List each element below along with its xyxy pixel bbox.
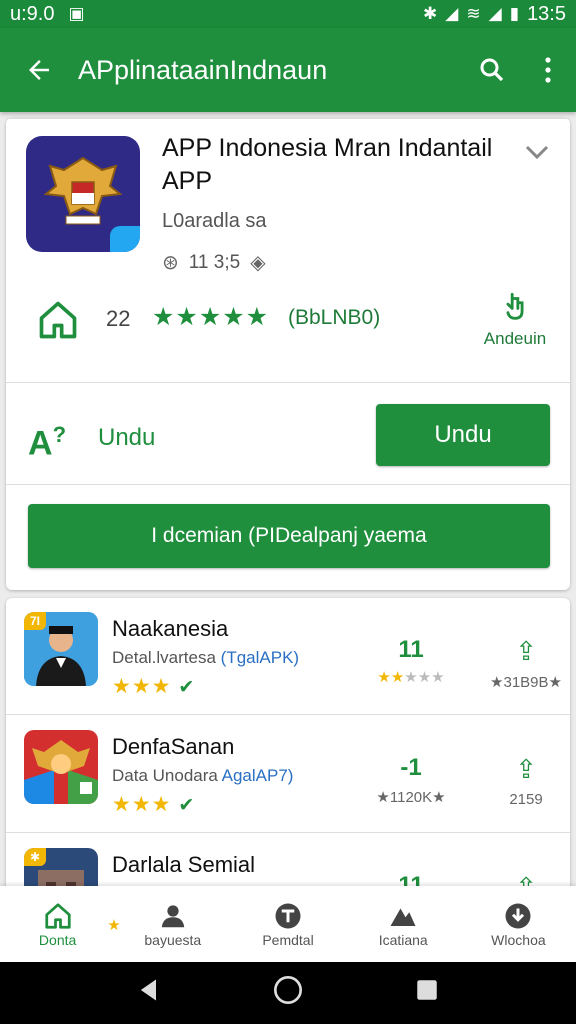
triangle-back-icon xyxy=(141,979,157,1000)
small-stars: ★★★★★ xyxy=(377,669,445,686)
app-name: APP Indonesia Mran Indantail APP xyxy=(162,134,493,195)
status-time-right: 13:5 xyxy=(527,2,566,25)
search-button[interactable] xyxy=(464,28,520,112)
system-recents-button[interactable] xyxy=(397,977,457,1010)
system-home-button[interactable] xyxy=(258,974,318,1013)
app-icon[interactable] xyxy=(26,136,140,252)
android-label: Andeuin xyxy=(483,329,547,348)
more-vert-icon xyxy=(545,57,551,83)
category-icon xyxy=(273,900,303,932)
divider xyxy=(6,714,570,715)
list-item-share[interactable]: ⇪ 2159 xyxy=(486,754,566,808)
expand-button[interactable] xyxy=(524,140,550,168)
rating-count: (BbLNB0) xyxy=(288,306,381,329)
square-recents-icon xyxy=(416,979,437,1000)
download-count: -1 xyxy=(400,754,422,781)
list-item-subtitle: Data Unodara AgalAP7) xyxy=(112,766,294,785)
app-meta-text: 11 3;5 xyxy=(188,251,241,273)
share-text: ★31B9B★ xyxy=(490,674,562,691)
person-icon xyxy=(158,900,188,932)
list-item-stars: ★★★ ✔ xyxy=(112,793,196,816)
shield-icon: ◈ xyxy=(250,252,266,274)
rating-number: 22 xyxy=(106,306,131,331)
nav-item-downloads[interactable]: Wlochoa xyxy=(461,886,576,962)
battery-icon: ▮ xyxy=(509,4,520,23)
nav-item-profile[interactable]: ★ bayuesta xyxy=(107,886,230,962)
install-text[interactable]: Undu xyxy=(98,424,155,452)
check-icon: ✔ xyxy=(178,795,196,816)
list-item-icon xyxy=(24,730,98,804)
share-text: 2159 xyxy=(509,791,543,808)
home-icon xyxy=(36,298,80,347)
rating-text: ★1120K★ xyxy=(376,789,446,806)
divider xyxy=(6,118,570,119)
signal-icon: ◢ xyxy=(445,4,459,23)
page-title: APplinataainIndnaun xyxy=(78,54,328,85)
list-item[interactable]: 7I Naakanesia Detal.lvartesa (TgalAPK) ★… xyxy=(6,598,570,714)
upload-icon: ⇪ xyxy=(515,754,537,784)
home-icon xyxy=(43,900,73,932)
status-time-left: u:9.0 xyxy=(10,2,55,25)
chevron-down-icon xyxy=(525,145,549,160)
touch-icon xyxy=(506,292,524,320)
download-count: 11 xyxy=(398,636,424,663)
install-row: A? Undu Undu xyxy=(6,388,570,484)
list-item-icon: 7I xyxy=(24,612,98,686)
system-back-button[interactable] xyxy=(119,976,179,1011)
bluetooth-icon: ✱ xyxy=(423,4,438,23)
list-item-stars: ★★★ ✔ xyxy=(112,675,196,698)
nav-item-category[interactable]: Pemdtal xyxy=(230,886,345,962)
upload-icon: ⇪ xyxy=(515,636,537,666)
app-details-card: APP Indonesia Mran Indantail APP L0aradl… xyxy=(6,118,570,590)
app-bar: APplinataainIndnaun xyxy=(0,28,576,112)
nav-label: Wlochoa xyxy=(491,932,546,948)
list-item-downloads: -1 ★1120K★ xyxy=(356,754,466,806)
divider xyxy=(6,484,570,485)
app-meta: ⊛ 11 3;5 ◈ xyxy=(162,250,266,275)
gallery-notification-icon: ▣ xyxy=(68,4,85,23)
star-icon: ★ xyxy=(107,917,121,934)
circle-home-icon xyxy=(273,975,302,1004)
status-bar: u:9.0 ▣ ✱ ◢ ≋ ◢ ▮ 13:5 xyxy=(0,0,576,28)
back-button[interactable] xyxy=(0,28,78,112)
arrow-back-icon xyxy=(29,60,49,80)
rating-stars: ★★★★★ xyxy=(152,303,270,331)
nav-label: Pemdtal xyxy=(262,932,314,948)
divider xyxy=(6,382,570,383)
rating-row: 22 ★★★★★ (BbLNB0) Andeuin xyxy=(6,288,570,378)
search-icon xyxy=(480,58,504,82)
list-item-downloads: 11 ★★★★★ xyxy=(356,636,466,686)
nav-label: bayuesta xyxy=(144,932,202,948)
nav-label: Icatiana xyxy=(378,932,428,948)
games-icon xyxy=(388,900,418,932)
list-item[interactable]: DenfaSanan Data Unodara AgalAP7) ★★★ ✔ -… xyxy=(6,716,570,832)
list-item-share[interactable]: ⇪ ★31B9B★ xyxy=(486,636,566,691)
nav-item-home[interactable]: Donta xyxy=(0,886,115,962)
download-icon xyxy=(503,900,533,932)
developer-name[interactable]: L0aradla sa xyxy=(162,210,267,233)
clock-icon: ⊛ xyxy=(162,252,179,274)
check-icon: ✔ xyxy=(178,677,196,698)
install-button[interactable]: Undu xyxy=(376,404,550,466)
nav-item-games[interactable]: Icatiana xyxy=(346,886,461,962)
overflow-menu-button[interactable] xyxy=(520,28,576,112)
text-size-icon: A? xyxy=(28,422,67,463)
list-item-subtitle: Detal.lvartesa (TgalAPK) xyxy=(112,648,300,667)
wide-action-button[interactable]: I dcemian (PIDealpanj yaema xyxy=(28,504,550,568)
list-item-name: DenfaSanan xyxy=(112,734,235,759)
wifi-icon: ≋ xyxy=(466,4,481,23)
divider xyxy=(6,832,570,833)
android-button[interactable]: Andeuin xyxy=(480,290,550,349)
signal-2-icon: ◢ xyxy=(488,4,502,23)
system-navigation-bar xyxy=(0,962,576,1024)
list-item-name: Naakanesia xyxy=(112,616,229,641)
app-list-card: 7I Naakanesia Detal.lvartesa (TgalAPK) ★… xyxy=(6,598,570,898)
nav-label: Donta xyxy=(38,932,77,948)
bottom-navigation: Donta ★ bayuesta Pemdtal Icatiana Wlocho… xyxy=(0,886,576,962)
list-item-name: Darlala Semial xyxy=(112,852,256,877)
